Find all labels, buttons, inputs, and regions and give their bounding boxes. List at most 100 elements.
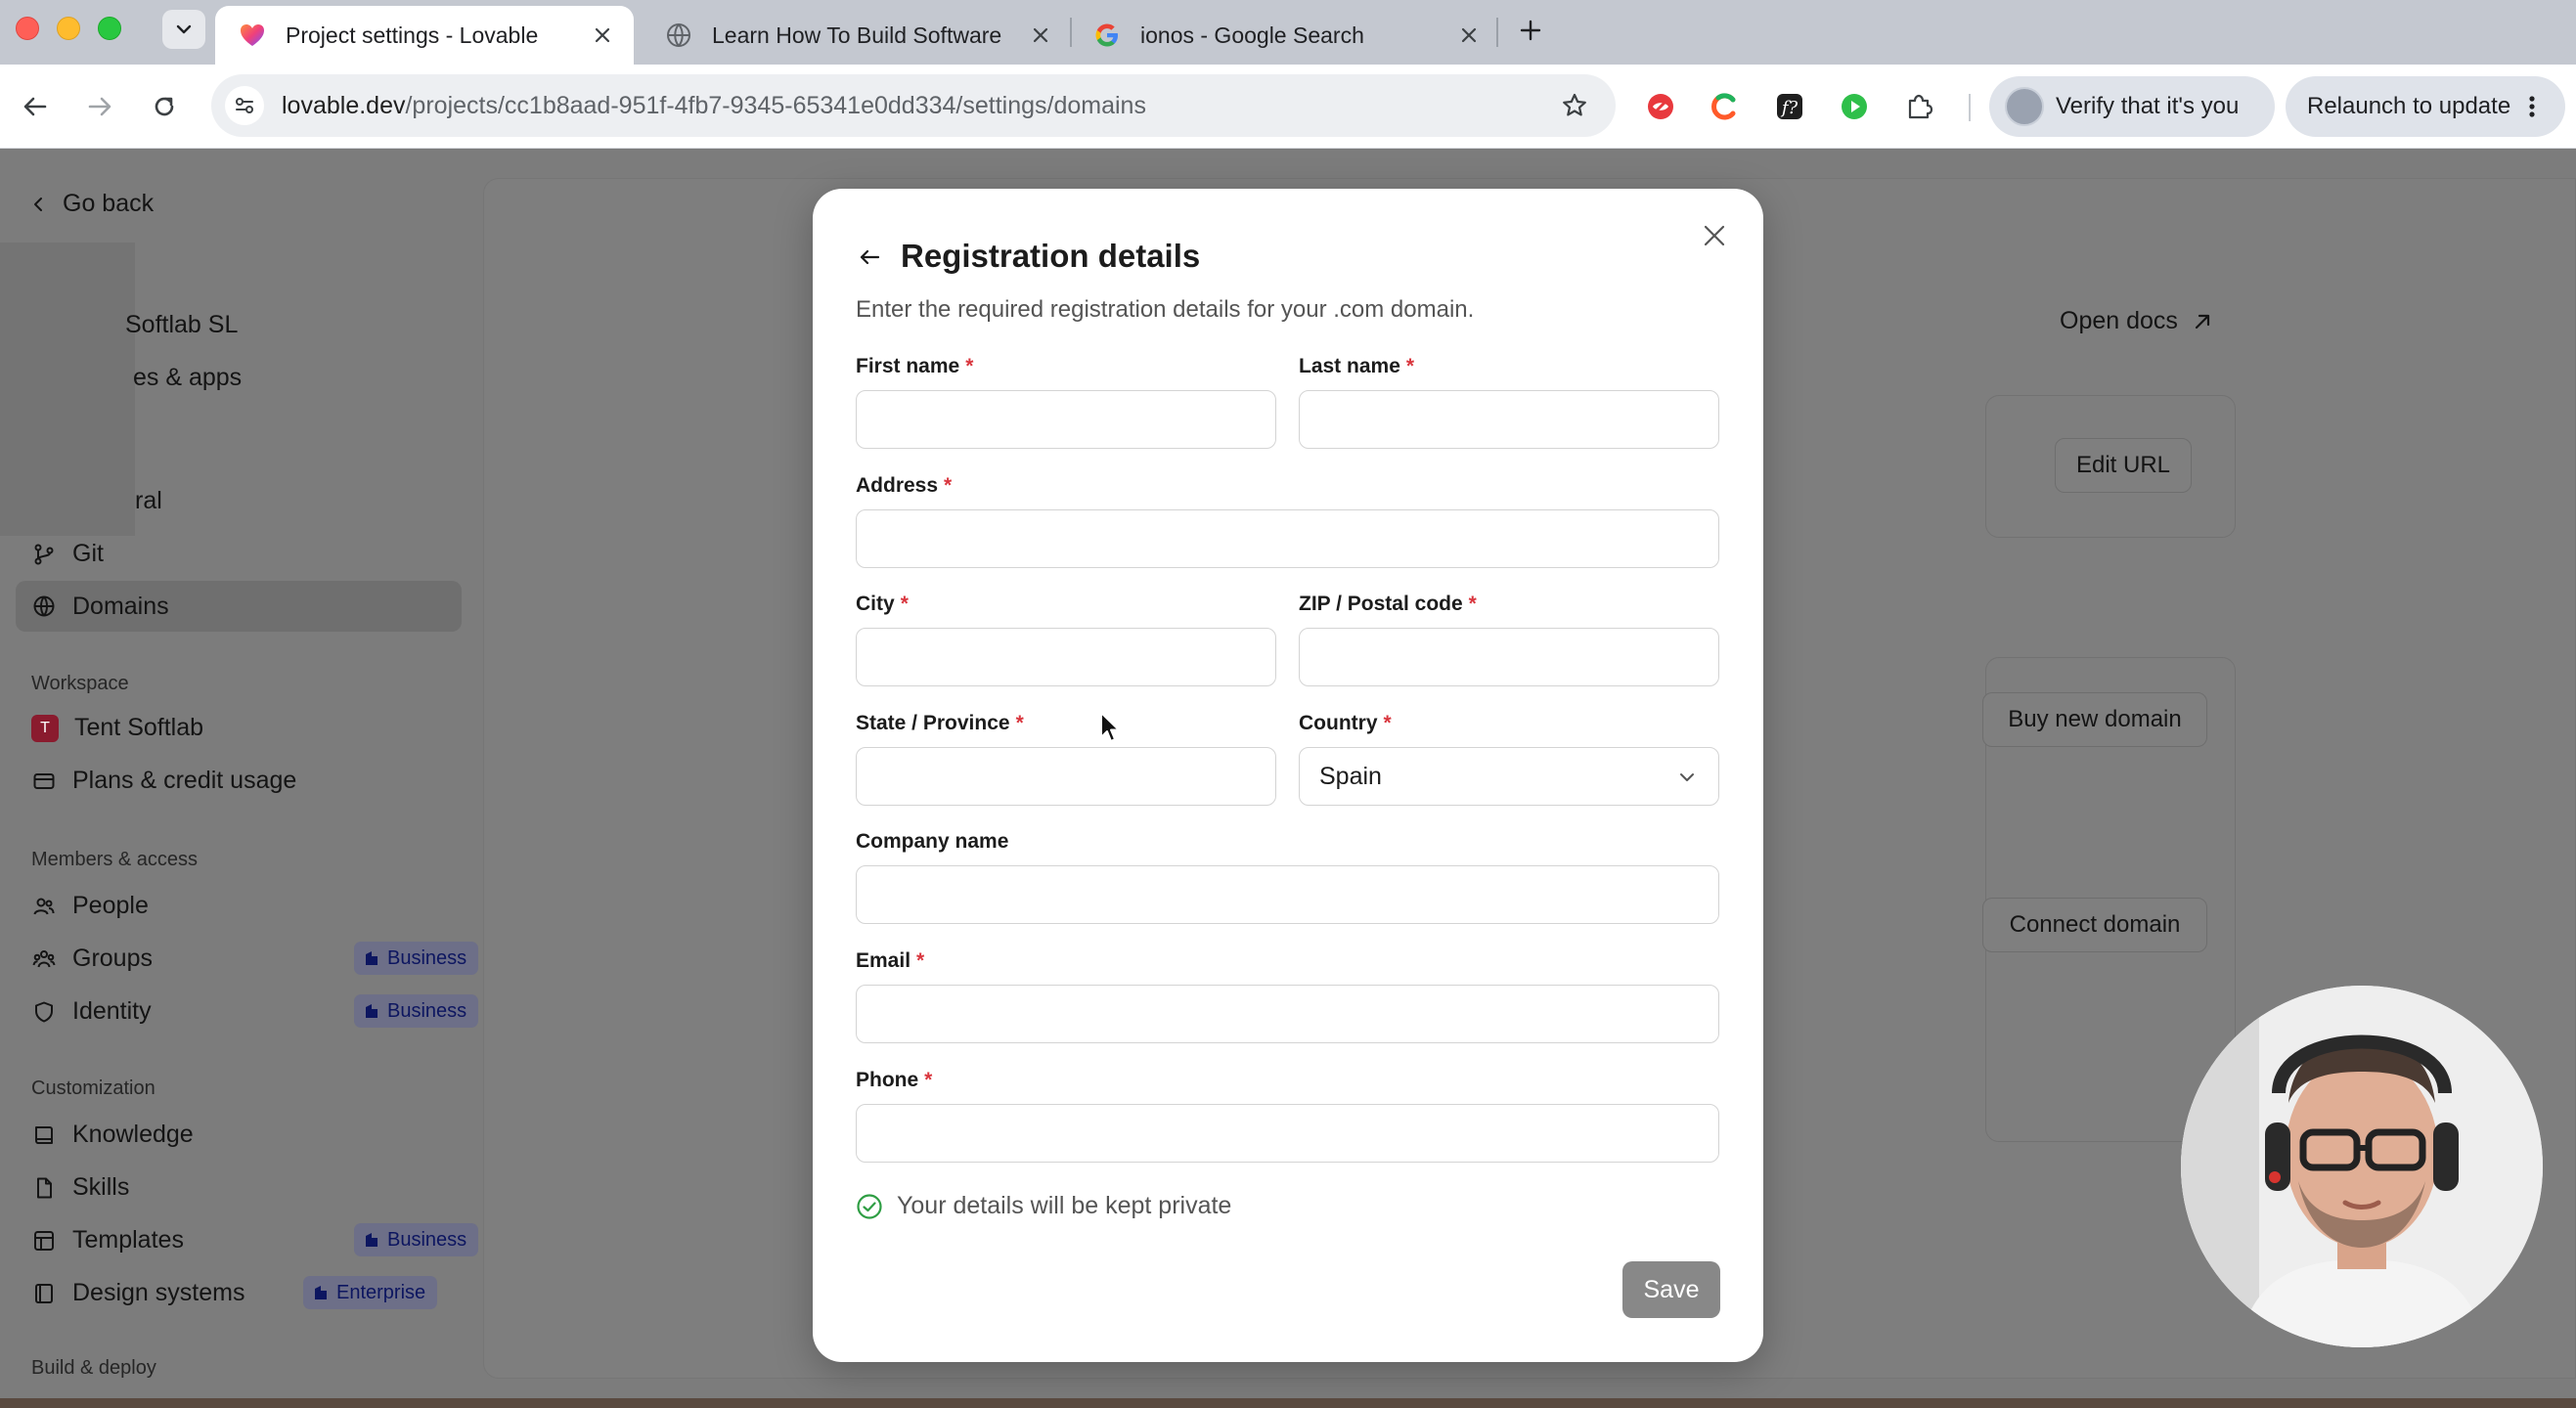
bookmark-star-icon[interactable]: [1555, 86, 1594, 125]
people-icon: [31, 894, 57, 919]
country-value: Spain: [1319, 762, 1382, 790]
connect-domain-button[interactable]: Connect domain: [1982, 898, 2207, 952]
shield-icon: [31, 999, 57, 1025]
git-icon: [31, 542, 57, 567]
extension-font-icon[interactable]: f?: [1768, 85, 1811, 128]
sidebar-item-domains[interactable]: Domains: [16, 581, 462, 632]
window-minimize-button[interactable]: [57, 17, 80, 40]
relaunch-button[interactable]: Relaunch to update: [2286, 76, 2565, 137]
extension-c-icon[interactable]: [1704, 85, 1747, 128]
document-icon: [31, 1175, 57, 1201]
window-close-button[interactable]: [16, 17, 39, 40]
sidebar-item-skills[interactable]: Skills: [31, 1173, 129, 1202]
verify-label: Verify that it's you: [2056, 93, 2240, 119]
reload-button[interactable]: [143, 85, 186, 128]
address-input[interactable]: [856, 509, 1719, 568]
save-button[interactable]: Save: [1622, 1261, 1720, 1318]
extensions-puzzle-icon[interactable]: [1897, 85, 1940, 128]
chevron-down-icon: [1680, 773, 1694, 781]
tab-learn-software[interactable]: Learn How To Build Software: [642, 6, 1072, 65]
close-icon: [1704, 225, 1725, 246]
webcam-overlay: [2181, 986, 2543, 1347]
business-badge: Business: [354, 994, 479, 1028]
globe-icon: [31, 594, 57, 619]
modal-subtitle: Enter the required registration details …: [856, 296, 1475, 323]
edit-url-button[interactable]: Edit URL: [2055, 438, 2192, 493]
tab-google-search[interactable]: ionos - Google Search: [1070, 6, 1500, 65]
go-back-link[interactable]: Go back: [29, 190, 154, 218]
close-icon[interactable]: [589, 22, 616, 49]
sidebar-item-templates[interactable]: Templates: [31, 1226, 184, 1254]
sidebar-item-plans[interactable]: Plans & credit usage: [31, 767, 296, 795]
check-circle-icon: [857, 1193, 882, 1219]
chevron-down-icon: [176, 24, 192, 34]
book-icon: [31, 1122, 57, 1148]
arrow-right-icon: [88, 97, 111, 116]
close-icon[interactable]: [1455, 22, 1483, 49]
phone-input[interactable]: [856, 1104, 1719, 1163]
country-label: Country *: [1299, 712, 1392, 734]
close-icon[interactable]: [1027, 22, 1054, 49]
state-label: State / Province *: [856, 712, 1024, 734]
phone-label: Phone *: [856, 1069, 933, 1091]
first-name-label: First name *: [856, 355, 974, 377]
sidebar-item-groups[interactable]: Groups: [31, 945, 153, 973]
business-badge: Business: [354, 1223, 479, 1256]
sidebar-heading-build: Build & deploy: [31, 1357, 156, 1379]
company-input[interactable]: [856, 865, 1719, 924]
avatar: [2005, 87, 2044, 126]
svg-text:f?: f?: [1780, 98, 1799, 118]
sidebar-item-workspace[interactable]: T Tent Softlab: [31, 714, 203, 742]
building-icon: [315, 1286, 327, 1299]
sidebar-overlay-strip: [0, 242, 135, 536]
sidebar-item-apps-partial[interactable]: es & apps: [133, 364, 242, 392]
tab-title: Project settings - Lovable: [286, 22, 539, 48]
group-icon: [31, 946, 57, 972]
extension-blocker-icon[interactable]: [1639, 85, 1682, 128]
sidebar-heading-members: Members & access: [31, 849, 199, 870]
sidebar-item-identity[interactable]: Identity: [31, 997, 152, 1026]
sidebar-item-design-systems[interactable]: Design systems: [31, 1279, 244, 1307]
country-select[interactable]: Spain: [1299, 747, 1719, 806]
modal-back-button[interactable]: [856, 243, 883, 271]
extension-play-icon[interactable]: [1833, 85, 1876, 128]
city-input[interactable]: [856, 628, 1276, 686]
sidebar-item-people[interactable]: People: [31, 892, 149, 920]
last-name-input[interactable]: [1299, 390, 1719, 449]
state-input[interactable]: [856, 747, 1276, 806]
plus-icon: [1520, 20, 1541, 41]
credit-card-icon: [31, 769, 57, 794]
arrow-left-icon: [860, 249, 880, 265]
tab-search-button[interactable]: [162, 10, 205, 49]
profile-verify-button[interactable]: Verify that it's you: [1989, 76, 2275, 137]
email-label: Email *: [856, 949, 925, 972]
workspace-avatar: T: [31, 714, 59, 742]
open-docs-link[interactable]: Open docs: [2060, 307, 2213, 335]
google-icon: [1093, 22, 1121, 49]
tab-title: Learn How To Build Software: [712, 22, 1002, 48]
browser-toolbar: lovable.dev/projects/cc1b8aad-951f-4fb7-…: [0, 65, 2576, 149]
buy-new-domain-button[interactable]: Buy new domain: [1982, 692, 2207, 747]
email-input[interactable]: [856, 985, 1719, 1043]
business-badge: Business: [354, 942, 479, 975]
address-label: Address *: [856, 474, 953, 497]
back-button[interactable]: [14, 85, 57, 128]
sidebar-item-git[interactable]: Git: [31, 540, 104, 568]
sidebar-item-general-partial[interactable]: ral: [135, 487, 162, 515]
zip-input[interactable]: [1299, 628, 1719, 686]
site-settings-icon[interactable]: [225, 86, 264, 125]
toolbar-separator: [1969, 94, 1971, 121]
window-maximize-button[interactable]: [98, 17, 121, 40]
more-vert-icon: [2529, 96, 2535, 117]
arrow-left-icon: [23, 97, 47, 116]
sidebar-item-knowledge[interactable]: Knowledge: [31, 1121, 194, 1149]
address-bar[interactable]: lovable.dev/projects/cc1b8aad-951f-4fb7-…: [211, 74, 1616, 137]
sidebar-item-workspace-partial[interactable]: Softlab SL: [125, 311, 238, 339]
forward-button[interactable]: [78, 85, 121, 128]
modal-close-button[interactable]: [1699, 220, 1730, 251]
new-tab-button[interactable]: [1512, 12, 1549, 49]
tab-project-settings[interactable]: Project settings - Lovable: [215, 6, 634, 65]
registration-details-modal: Registration details Enter the required …: [813, 189, 1763, 1362]
reload-icon: [155, 97, 174, 116]
first-name-input[interactable]: [856, 390, 1276, 449]
